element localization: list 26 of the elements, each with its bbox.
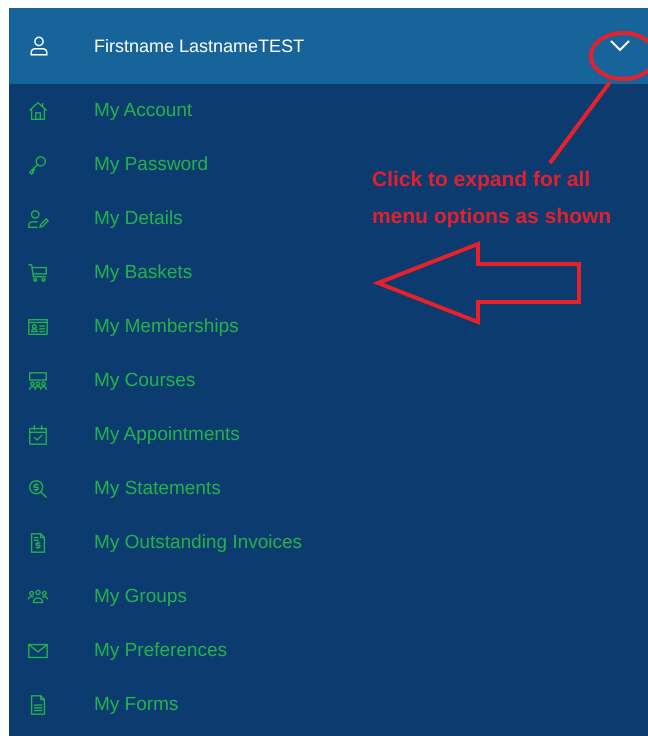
menu-item[interactable]: My Courses	[94, 366, 196, 396]
dollar-search-icon	[27, 478, 49, 500]
menu-item[interactable]: My Appointments	[94, 420, 240, 450]
user-name: Firstname LastnameTEST	[94, 34, 304, 58]
annotation-text: Click to expand for all menu options as shown	[372, 167, 612, 230]
home-icon	[27, 100, 49, 122]
user-edit-icon	[27, 208, 49, 230]
menu-item[interactable]: My Details	[94, 204, 183, 234]
key-icon	[27, 154, 49, 176]
menu-item[interactable]: My Memberships	[94, 312, 239, 342]
circle-annotation	[589, 31, 648, 81]
menu-item[interactable]: My Password	[94, 150, 208, 180]
chevron-down-icon[interactable]	[610, 40, 630, 52]
menu-item[interactable]: My Preferences	[94, 636, 228, 666]
menu-item[interactable]: My Groups	[94, 582, 187, 612]
cart-icon	[27, 262, 49, 284]
audience-icon	[27, 370, 49, 392]
calendar-check-icon	[27, 424, 49, 446]
menu-item[interactable]: My Statements	[94, 474, 221, 504]
user-icon	[28, 35, 50, 57]
id-card-icon	[27, 316, 49, 338]
menu-item[interactable]: My Baskets	[94, 258, 192, 288]
menu-item[interactable]: My Account	[94, 96, 192, 126]
menu-item[interactable]: My Forms	[94, 690, 178, 720]
menu-item[interactable]: My Outstanding Invoices	[94, 528, 302, 558]
user-menu-header[interactable]: Firstname LastnameTEST	[9, 8, 648, 84]
